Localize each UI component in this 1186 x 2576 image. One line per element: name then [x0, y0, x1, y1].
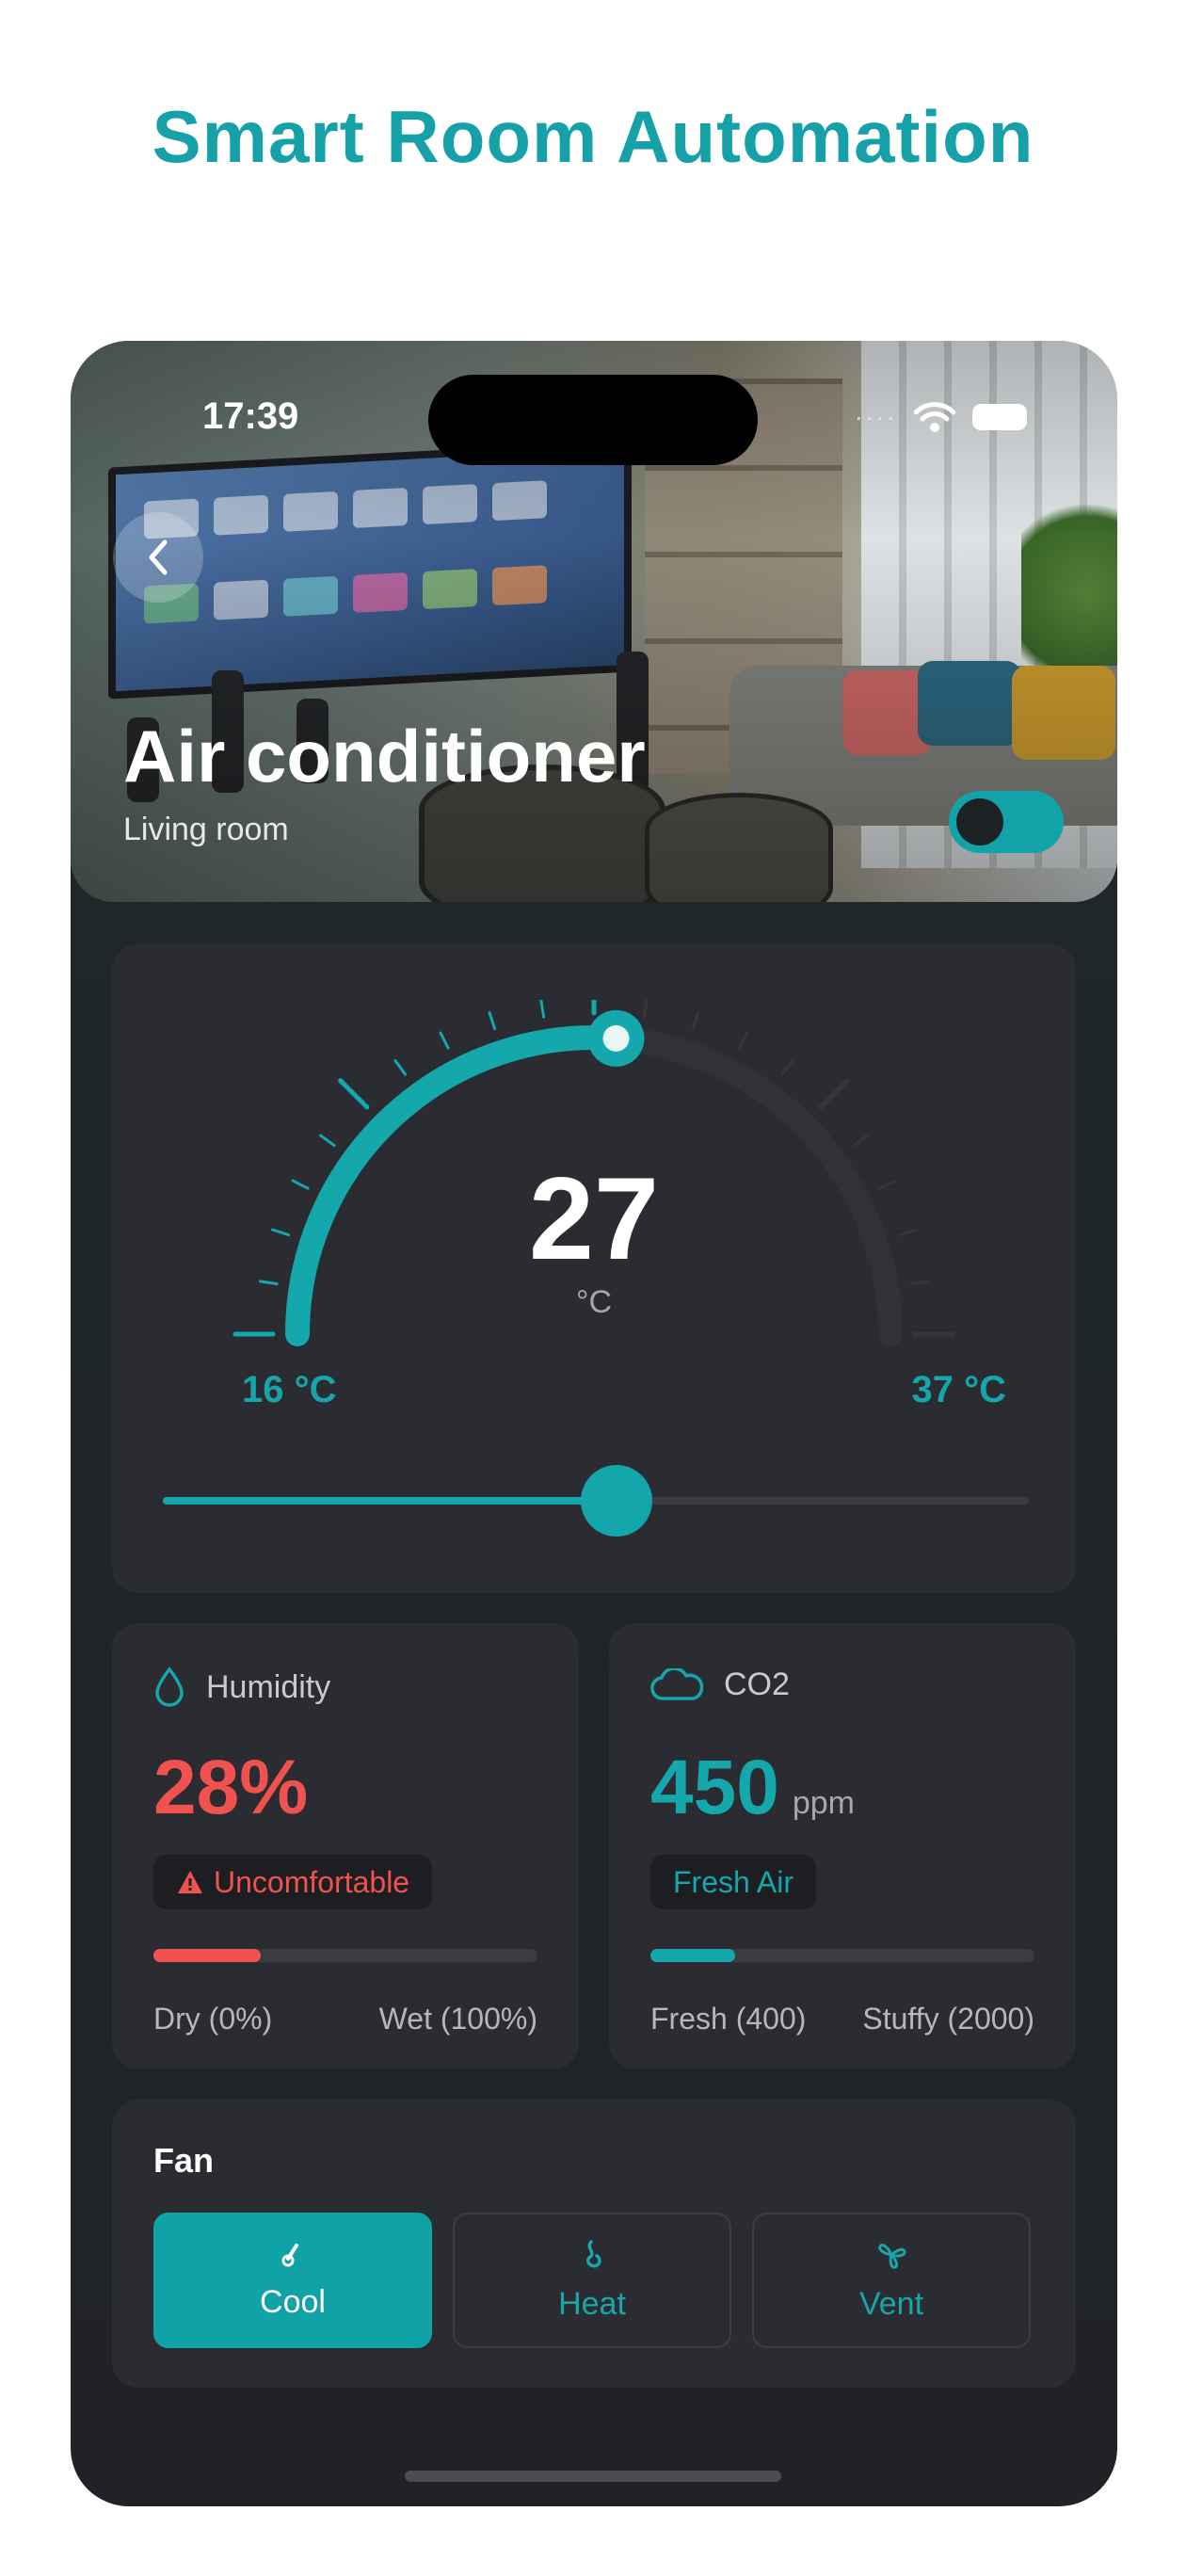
warning-icon: [178, 1871, 202, 1893]
gauge-knob-center: [602, 1024, 630, 1052]
humidity-label: Humidity: [206, 1668, 331, 1705]
co2-bar-fill: [650, 1949, 735, 1962]
co2-status-badge: Fresh Air: [650, 1855, 817, 1909]
gauge-tick: [439, 1031, 450, 1050]
gauge-tick: [642, 1000, 649, 1019]
co2-range-high: Stuffy (2000): [862, 2002, 1034, 2036]
co2-card: CO2 450 ppm Fresh Air Fresh (400) Stuffy…: [609, 1623, 1076, 2069]
temperature-min-label: 16 °C: [242, 1369, 337, 1410]
home-indicator: [405, 2471, 781, 2482]
hero-image: 17:39 ···· Air conditioner Living room: [71, 341, 1117, 902]
phone-frame: 17:39 ···· Air conditioner Living room 2…: [71, 341, 1117, 2506]
fan-icon: [878, 2243, 906, 2269]
humidity-range-high: Wet (100%): [378, 2002, 537, 2036]
device-room: Living room: [123, 812, 289, 847]
gauge-tick: [393, 1059, 408, 1076]
temperature-slider[interactable]: [163, 1465, 1029, 1537]
battery-icon: [972, 404, 1027, 430]
humidity-bar: [153, 1949, 537, 1962]
temperature-slider-fill: [163, 1497, 617, 1505]
status-icons: ····: [855, 401, 1027, 433]
co2-value: 450: [650, 1745, 779, 1830]
gauge-tick: [539, 1000, 546, 1019]
co2-range-low: Fresh (400): [650, 2002, 807, 2036]
co2-bar: [650, 1949, 1034, 1962]
temperature-value: 27: [529, 1154, 659, 1284]
temperature-card: 27 °C 16 °C 37 °C: [112, 943, 1076, 1593]
power-toggle[interactable]: [949, 791, 1064, 853]
thermometer-icon: [281, 2243, 298, 2266]
signal-icon: ····: [854, 402, 897, 431]
gauge-tick: [319, 1134, 336, 1148]
cloud-icon: [650, 1667, 703, 1700]
co2-label: CO2: [724, 1666, 790, 1702]
fan-mode-heat-label: Heat: [558, 2285, 626, 2322]
temperature-max-label: 37 °C: [911, 1369, 1007, 1410]
fan-mode-cool-label: Cool: [260, 2283, 326, 2320]
humidity-bar-fill: [153, 1949, 262, 1962]
fan-mode-group: Cool Heat Vent: [153, 2213, 1031, 2348]
gauge-tick: [691, 1011, 700, 1031]
power-toggle-knob: [956, 798, 1003, 845]
gauge-tick: [780, 1059, 794, 1076]
gauge-tick: [488, 1011, 497, 1031]
page-title: Smart Room Automation: [152, 95, 1034, 178]
humidity-card: Humidity 28% Uncomfortable Dry (0%) Wet …: [112, 1623, 579, 2069]
fan-mode-vent-button[interactable]: Vent: [752, 2213, 1031, 2348]
back-button[interactable]: [113, 512, 203, 603]
fan-mode-heat-button[interactable]: Heat: [453, 2213, 731, 2348]
fan-mode-cool-button[interactable]: Cool: [153, 2213, 432, 2348]
humidity-value: 28%: [153, 1745, 309, 1830]
temperature-unit: °C: [575, 1284, 613, 1320]
status-time: 17:39: [202, 395, 299, 437]
flame-icon: [585, 2239, 601, 2267]
humidity-status-badge: Uncomfortable: [153, 1855, 433, 1909]
fan-card: Fan Cool Heat Vent: [112, 2100, 1076, 2388]
gauge-tick: [738, 1031, 749, 1050]
co2-status: Fresh Air: [673, 1864, 794, 1899]
gauge-tick: [338, 1078, 370, 1110]
chevron-left-icon: [149, 539, 168, 575]
gauge-tick: [818, 1078, 850, 1110]
droplet-icon: [155, 1666, 184, 1707]
temperature-slider-thumb[interactable]: [580, 1465, 652, 1537]
humidity-status: Uncomfortable: [214, 1864, 410, 1899]
gauge-tick: [852, 1134, 869, 1148]
fan-mode-vent-label: Vent: [858, 2285, 924, 2322]
humidity-range-low: Dry (0%): [153, 2002, 273, 2036]
device-name: Air conditioner: [123, 715, 646, 797]
wifi-icon: [914, 402, 955, 432]
fan-title: Fan: [153, 2141, 215, 2180]
dynamic-island: [428, 375, 758, 465]
co2-unit: ppm: [792, 1785, 855, 1821]
